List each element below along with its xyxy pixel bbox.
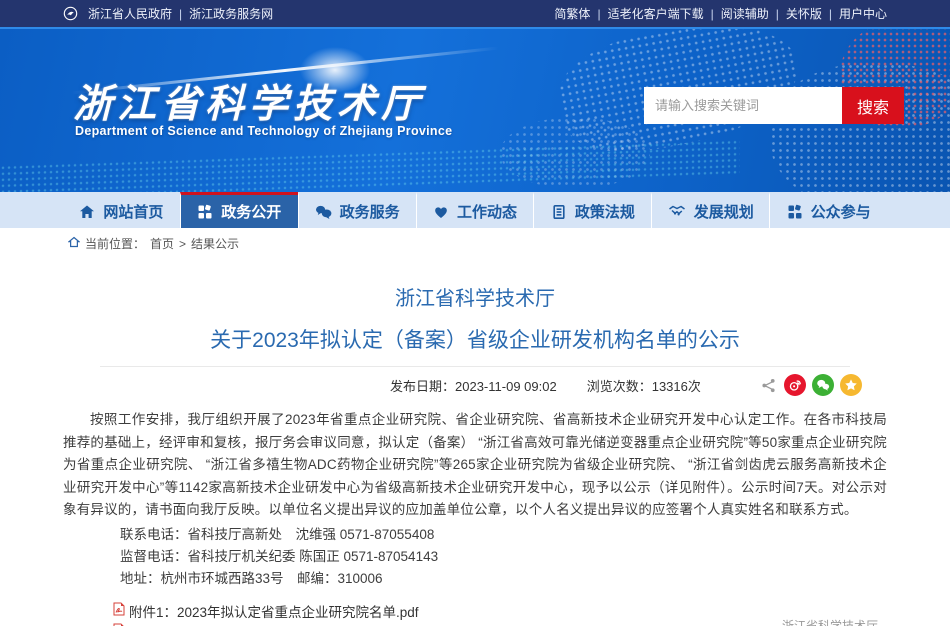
nav-item-gov-services[interactable]: 政务服务 [298, 192, 416, 228]
search-input[interactable] [644, 87, 842, 124]
site-title: 浙江省科学技术厅 [73, 73, 425, 129]
nav-item-label: 政务公开 [221, 201, 281, 222]
site-search: 搜索 [644, 87, 904, 124]
breadcrumb: 当前位置： 首页 > 结果公示 [63, 228, 887, 258]
breadcrumb-current: 结果公示 [191, 235, 239, 252]
separator: | [711, 7, 714, 21]
article-content: 浙江省科学技术厅 关于2023年拟认定（备案）省级企业研发机构名单的公示 发布日… [63, 282, 887, 626]
link-provincial-government[interactable]: 浙江省人民政府 [88, 5, 172, 22]
page: 浙江省人民政府 | 浙江政务服务网 简繁体 | 适老化客户端下载 | 阅读辅助 … [0, 0, 950, 626]
handshake-icon [668, 204, 686, 220]
top-utility-bar: 浙江省人民政府 | 浙江政务服务网 简繁体 | 适老化客户端下载 | 阅读辅助 … [0, 0, 950, 27]
breadcrumb-home-link[interactable]: 首页 [150, 235, 174, 252]
home-icon [79, 204, 95, 220]
link-gov-service-site[interactable]: 浙江政务服务网 [189, 5, 273, 22]
nav-item-work-news[interactable]: 工作动态 [416, 192, 534, 228]
view-count: 浏览次数：13316次 [587, 376, 701, 395]
chat-icon [315, 204, 332, 220]
separator: | [179, 7, 182, 21]
link-reading-aid[interactable]: 阅读辅助 [721, 5, 769, 22]
nav-item-label: 政策法规 [575, 201, 635, 222]
publish-date-label: 发布日期： [390, 379, 455, 394]
nav-item-home[interactable]: 网站首页 [63, 192, 180, 228]
nav-item-label: 发展规划 [694, 201, 754, 222]
site-subtitle-english: Department of Science and Technology of … [75, 124, 452, 138]
publish-date-value: 2023-11-09 09:02 [455, 379, 557, 394]
separator: | [597, 7, 600, 21]
nav-item-gov-disclosure[interactable]: 政务公开 [180, 192, 298, 228]
document-icon [551, 204, 567, 220]
nav-item-development-plans[interactable]: 发展规划 [651, 192, 769, 228]
qzone-icon[interactable] [840, 374, 862, 396]
nav-item-policies[interactable]: 政策法规 [533, 192, 651, 228]
nav-item-label: 政务服务 [340, 201, 400, 222]
weibo-icon[interactable] [784, 374, 806, 396]
link-elderly-client-download[interactable]: 适老化客户端下载 [608, 5, 704, 22]
contact-line: 联系电话：省科技厅高新处 沈维强 0571-87055408 [63, 524, 887, 546]
share-buttons [761, 367, 862, 403]
page-title: 关于2023年拟认定（备案）省级企业研发机构名单的公示 [63, 324, 887, 354]
blocks-icon [787, 204, 803, 220]
breadcrumb-separator: > [179, 237, 186, 251]
publish-date: 发布日期：2023-11-09 09:02 [390, 376, 557, 395]
blocks-icon [197, 204, 213, 220]
contact-line: 监督电话：省科技厅机关纪委 陈国正 0571-87054143 [63, 546, 887, 568]
view-count-value: 13316次 [652, 379, 701, 394]
separator: | [829, 7, 832, 21]
article-paragraph: 按照工作安排，我厅组织开展了2023年省重点企业研究院、省企业研究院、省高新技术… [63, 409, 887, 522]
contact-line: 地址：杭州市环城西路33号 邮编：310006 [63, 568, 887, 590]
article-meta-row: 发布日期：2023-11-09 09:02 浏览次数：13316次 [63, 367, 887, 403]
wechat-icon[interactable] [812, 374, 834, 396]
page-footer: 浙江省科学技术厅 [0, 616, 950, 626]
nav-item-label: 工作动态 [457, 201, 517, 222]
contact-info: 联系电话：省科技厅高新处 沈维强 0571-87055408 监督电话：省科技厅… [63, 524, 887, 590]
zhejiang-gov-logo-icon[interactable] [63, 6, 78, 21]
separator: | [776, 7, 779, 21]
link-care-version[interactable]: 关怀版 [786, 5, 822, 22]
article-org-title: 浙江省科学技术厅 [63, 282, 887, 311]
heart-icon [433, 204, 449, 220]
home-small-icon [68, 236, 80, 251]
nav-item-label: 网站首页 [103, 201, 163, 222]
main-navigation: 网站首页 政务公开 政务服务 工作动态 政策法规 发展规划 [0, 192, 950, 228]
nav-item-label: 公众参与 [811, 201, 871, 222]
nav-item-public-participation[interactable]: 公众参与 [769, 192, 887, 228]
breadcrumb-prefix: 当前位置： [85, 235, 145, 252]
footer-org-name: 浙江省科学技术厅 [782, 617, 878, 626]
view-count-label: 浏览次数： [587, 379, 652, 394]
link-user-center[interactable]: 用户中心 [839, 5, 887, 22]
search-button[interactable]: 搜索 [842, 87, 904, 124]
share-nodes-icon[interactable] [761, 378, 776, 393]
link-simplified-traditional[interactable]: 简繁体 [554, 5, 590, 22]
site-banner: 浙江省科学技术厅 Department of Science and Techn… [0, 27, 950, 192]
